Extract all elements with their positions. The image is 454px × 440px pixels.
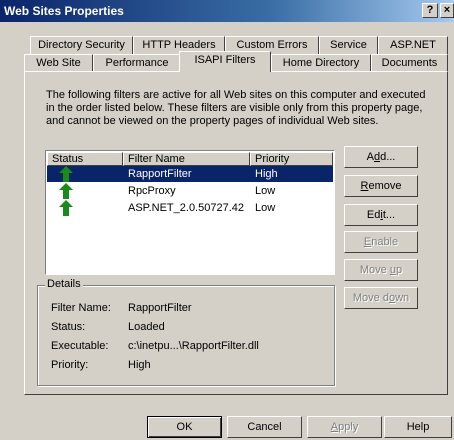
window-title: Web Sites Properties [4,4,124,18]
details-legend: Details [45,278,83,290]
column-header-priority[interactable]: Priority [250,152,333,166]
description-text: The following filters are active for all… [46,89,426,127]
tab-directory-security[interactable]: Directory Security [30,36,133,54]
title-bar[interactable]: Web Sites Properties ? × [0,0,454,22]
properties-dialog: Web Sites Properties ? × Directory Secur… [0,0,454,440]
close-icon[interactable]: × [440,3,454,18]
executable-label: Executable: [51,340,109,352]
help-button[interactable]: Help [384,416,452,438]
priority-value: High [128,359,151,371]
tab-documents[interactable]: Documents [371,54,448,72]
filter-name-value: RapportFilter [128,302,192,314]
add-button[interactable]: Add... [344,146,418,168]
cancel-button[interactable]: Cancel [227,416,302,438]
column-header-status[interactable]: Status [47,152,123,166]
table-row[interactable]: RpcProxy Low [47,183,333,199]
ok-button[interactable]: OK [147,416,222,438]
priority-cell: High [255,168,278,180]
filter-name-label: Filter Name: [51,302,111,314]
tab-service[interactable]: Service [319,36,378,54]
enable-button[interactable]: Enable [344,231,418,253]
priority-label: Priority: [51,359,89,371]
priority-cell: Low [255,202,276,214]
edit-button[interactable]: Edit... [344,204,418,226]
tab-asp-net[interactable]: ASP.NET [378,36,448,54]
priority-cell: Low [255,185,276,197]
table-row[interactable]: RapportFilter High [47,166,333,182]
filter-name-cell: RapportFilter [128,168,192,180]
green-up-arrow-icon [59,183,73,199]
remove-button[interactable]: Remove [344,175,418,197]
apply-button[interactable]: Apply [307,416,382,438]
filter-name-cell: ASP.NET_2.0.50727.42 [128,202,244,214]
move-down-button[interactable]: Move down [344,287,418,309]
move-up-button[interactable]: Move up [344,259,418,281]
status-label: Status: [51,321,86,333]
tab-isapi-filters[interactable]: ISAPI Filters [179,51,271,72]
tab-performance[interactable]: Performance [93,54,181,72]
tab-home-directory[interactable]: Home Directory [271,54,371,72]
filter-list[interactable]: Status Filter Name Priority RapportFilte… [45,150,335,275]
filter-name-cell: RpcProxy [128,185,176,197]
tab-web-site[interactable]: Web Site [24,54,93,72]
executable-value: c:\inetpu...\RapportFilter.dll [128,340,259,352]
help-icon[interactable]: ? [422,3,438,18]
green-up-arrow-icon [59,200,73,216]
column-header-filter-name[interactable]: Filter Name [123,152,250,166]
table-row[interactable]: ASP.NET_2.0.50727.42 Low [47,200,333,216]
green-up-arrow-icon [59,166,73,182]
status-value: Loaded [128,321,165,333]
